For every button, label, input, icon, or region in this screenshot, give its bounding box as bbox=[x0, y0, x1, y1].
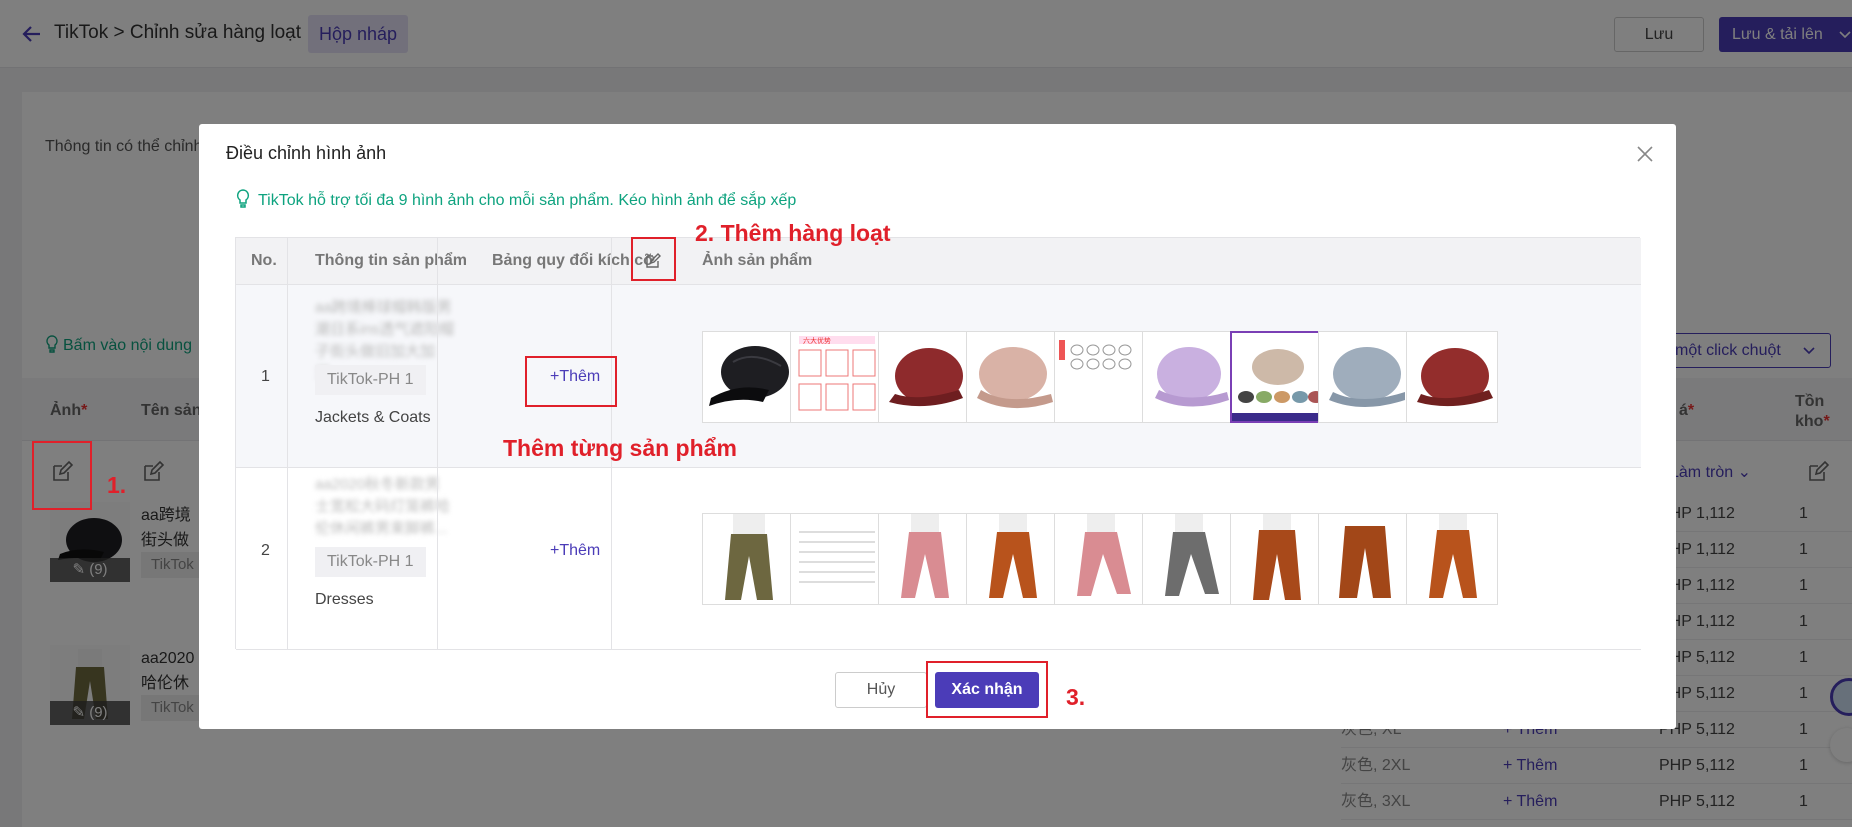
shop-tag: TikTok-PH 1 bbox=[315, 547, 426, 577]
product-image[interactable] bbox=[702, 331, 794, 423]
tip-text: TikTok hỗ trợ tối đa 9 hình ảnh cho mỗi … bbox=[258, 192, 797, 209]
black-cap-image bbox=[709, 346, 789, 406]
product-image[interactable] bbox=[1406, 331, 1498, 423]
product-image[interactable] bbox=[966, 513, 1058, 605]
product-image[interactable]: 六大优势 bbox=[790, 331, 882, 423]
product-image[interactable] bbox=[702, 513, 794, 605]
product-image[interactable] bbox=[1230, 331, 1322, 423]
size-sheet-image bbox=[1059, 340, 1132, 370]
svg-text:六大优势: 六大优势 bbox=[803, 336, 831, 345]
olive-pants-image bbox=[725, 514, 773, 600]
annotation-step3: 3. bbox=[1066, 684, 1086, 710]
product-image[interactable] bbox=[1318, 513, 1410, 605]
product-name: aa2020秋冬新款男士宽松大码灯笼裤哈伦休闲裤男束脚裤... bbox=[315, 476, 451, 537]
row-number: 1 bbox=[261, 368, 270, 385]
rust-pants-image bbox=[1339, 526, 1391, 598]
annotation-box-step3 bbox=[926, 661, 1048, 718]
table-row: 1 aa跨境棒球帽韩版男潮日系ins透气遮阳帽子街头做旧加大加深... TikT… bbox=[236, 285, 1641, 468]
product-image[interactable] bbox=[1054, 331, 1146, 423]
annotation-box-step2 bbox=[631, 237, 676, 281]
grey-pants-image bbox=[1165, 514, 1219, 596]
col-product-info: Thông tin sản phẩm bbox=[315, 252, 467, 269]
shop-tag: TikTok-PH 1 bbox=[315, 365, 426, 395]
table-row: 2 aa2020秋冬新款男士宽松大码灯笼裤哈伦休闲裤男束脚裤... TikTok… bbox=[236, 468, 1641, 650]
grey-cap-image bbox=[1329, 347, 1405, 407]
modal-title: Điều chỉnh hình ảnh bbox=[226, 143, 387, 163]
orange-pants-image bbox=[989, 514, 1037, 598]
column-divider bbox=[287, 238, 288, 650]
purple-cap-image bbox=[1155, 347, 1229, 407]
column-divider bbox=[437, 238, 438, 650]
product-image[interactable] bbox=[1406, 513, 1498, 605]
product-image[interactable] bbox=[1054, 513, 1146, 605]
red-cap-image bbox=[889, 348, 963, 407]
images-table-header: No. Thông tin sản phẩm Bảng quy đổi kích… bbox=[236, 238, 1641, 285]
annotation-step1: 1. bbox=[107, 472, 127, 498]
col-no: No. bbox=[251, 252, 277, 269]
pink-cap-image bbox=[977, 347, 1053, 409]
bulb-icon bbox=[236, 189, 250, 208]
annotation-box-step1 bbox=[32, 441, 92, 510]
product-image[interactable] bbox=[878, 331, 970, 423]
pink-pants-image bbox=[901, 514, 949, 598]
promo-grid-image: 六大优势 bbox=[798, 336, 876, 411]
pink-pants-image bbox=[1077, 514, 1131, 596]
rust-pants-image bbox=[1253, 514, 1301, 600]
close-icon[interactable] bbox=[1635, 144, 1655, 164]
product-category: Dresses bbox=[315, 591, 374, 608]
cap-collection-image bbox=[1232, 333, 1320, 421]
red-cap-image bbox=[1417, 348, 1493, 407]
size-table-image bbox=[799, 531, 875, 583]
images-table: No. Thông tin sản phẩm Bảng quy đổi kích… bbox=[235, 237, 1641, 650]
product-image[interactable] bbox=[1142, 331, 1234, 423]
product-image[interactable] bbox=[966, 331, 1058, 423]
product-image[interactable] bbox=[1230, 513, 1322, 605]
orange-pants-image bbox=[1429, 514, 1477, 598]
product-image[interactable] bbox=[790, 513, 882, 605]
cancel-button[interactable]: Hủy bbox=[835, 672, 927, 708]
col-product-images: Ảnh sản phẩm bbox=[702, 252, 813, 269]
add-size-chart-link[interactable]: +Thêm bbox=[550, 542, 600, 560]
adjust-images-modal: Điều chỉnh hình ảnh TikTok hỗ trợ tối đa… bbox=[199, 124, 1676, 729]
modal-tip: TikTok hỗ trợ tối đa 9 hình ảnh cho mỗi … bbox=[236, 189, 796, 210]
annotation-box-add bbox=[525, 356, 617, 407]
product-category: Jackets & Coats bbox=[315, 409, 431, 426]
annotation-step2: 2. Thêm hàng loạt bbox=[695, 220, 891, 246]
row-number: 2 bbox=[261, 542, 270, 559]
product-image[interactable] bbox=[1142, 513, 1234, 605]
product-image[interactable] bbox=[878, 513, 970, 605]
annotation-single-add: Thêm từng sản phẩm bbox=[503, 435, 737, 461]
product-image[interactable] bbox=[1318, 331, 1410, 423]
